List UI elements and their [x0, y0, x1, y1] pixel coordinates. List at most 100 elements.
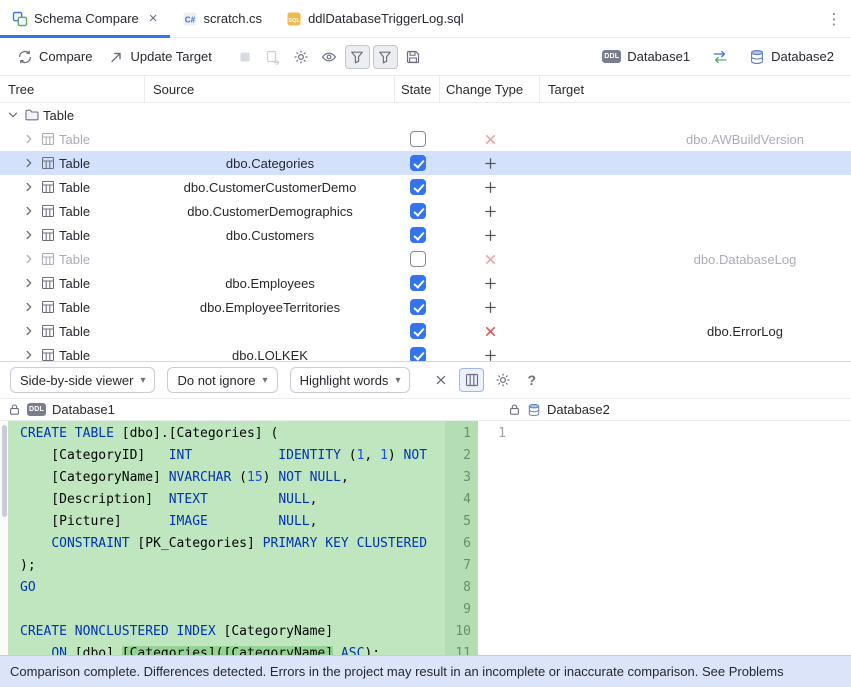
table-icon — [40, 131, 56, 147]
column-header-change-type[interactable]: Change Type — [440, 76, 540, 102]
table-row[interactable]: Tabledbo.Employees — [0, 271, 851, 295]
tree-row-label: Table — [59, 156, 90, 171]
tree-row-label: Table — [59, 324, 90, 339]
state-checkbox[interactable] — [410, 299, 426, 315]
chevron-right-icon[interactable] — [21, 275, 37, 291]
chevron-down-icon[interactable] — [5, 107, 21, 123]
diff-left-code[interactable]: CREATE TABLE [dbo].[Categories] ( [Categ… — [8, 421, 445, 655]
left-editor-scrollbar[interactable] — [0, 421, 8, 655]
state-checkbox[interactable] — [410, 275, 426, 291]
table-icon — [40, 347, 56, 361]
update-target-button-label: Update Target — [130, 49, 211, 64]
filter-source-icon[interactable] — [345, 45, 370, 69]
lock-icon[interactable] — [8, 403, 21, 416]
table-icon — [40, 227, 56, 243]
state-checkbox[interactable] — [410, 323, 426, 339]
column-header-source[interactable]: Source — [145, 76, 395, 102]
settings-gear-icon[interactable] — [289, 45, 314, 69]
align-changes-icon[interactable] — [459, 368, 484, 392]
chevron-right-icon[interactable] — [21, 299, 37, 315]
database-icon — [527, 403, 541, 417]
tab-scratch-cs[interactable]: C# scratch.cs — [170, 0, 275, 37]
delete-change-icon — [484, 253, 497, 266]
state-checkbox[interactable] — [410, 227, 426, 243]
tree-row-label: Table — [59, 348, 90, 362]
source-database-selector[interactable]: DDL Database1 — [595, 45, 697, 68]
editor-settings-gear-icon[interactable] — [490, 368, 515, 392]
state-checkbox[interactable] — [410, 347, 426, 361]
chevron-right-icon[interactable] — [21, 323, 37, 339]
state-checkbox[interactable] — [410, 131, 426, 147]
update-target-button[interactable]: Update Target — [101, 45, 218, 69]
state-checkbox[interactable] — [410, 251, 426, 267]
chevron-right-icon[interactable] — [21, 155, 37, 171]
table-group-row[interactable]: Table — [0, 103, 851, 127]
chevron-right-icon[interactable] — [21, 203, 37, 219]
chevron-right-icon[interactable] — [21, 347, 37, 361]
tab-schema-compare[interactable]: Schema Compare × — [0, 0, 170, 37]
filter-target-icon[interactable] — [373, 45, 398, 69]
state-checkbox[interactable] — [410, 155, 426, 171]
chevron-right-icon[interactable] — [21, 131, 37, 147]
compare-button[interactable]: Compare — [10, 45, 99, 69]
right-pane-title: Database2 — [547, 402, 610, 417]
diff-left-editor[interactable]: CREATE TABLE [dbo].[Categories] ( [Categ… — [8, 421, 478, 655]
diff-right-code[interactable] — [515, 421, 851, 655]
state-checkbox[interactable] — [410, 179, 426, 195]
sql-file-icon: SQL — [286, 11, 302, 27]
table-row[interactable]: Tabledbo.CustomerDemographics — [0, 199, 851, 223]
table-row[interactable]: Table dbo.CustomerCustomerDemo — [0, 175, 851, 199]
target-database-selector[interactable]: Database2 — [742, 45, 841, 69]
swap-databases-icon[interactable] — [707, 45, 732, 69]
column-header-tree[interactable]: Tree — [0, 76, 145, 102]
ignore-policy-dropdown[interactable]: Do not ignore ▾ — [167, 367, 277, 393]
table-icon — [40, 203, 56, 219]
table-row[interactable]: Tabledbo.Customers — [0, 223, 851, 247]
ddl-datasource-icon: DDL — [27, 403, 46, 416]
table-icon — [40, 299, 56, 315]
table-icon — [40, 251, 56, 267]
tab-ddl-database-trigger-log-sql[interactable]: SQL ddlDatabaseTriggerLog.sql — [274, 0, 476, 37]
svg-text:SQL: SQL — [288, 17, 300, 23]
close-icon[interactable] — [428, 368, 453, 392]
scrollbar-thumb[interactable] — [2, 425, 7, 517]
chevron-right-icon[interactable] — [21, 179, 37, 195]
grid-rows: Tabledbo.AWBuildVersionTabledbo.Categori… — [0, 127, 851, 361]
source-name: dbo.CustomerCustomerDemo — [145, 180, 395, 195]
table-row[interactable]: Tabledbo.EmployeeTerritories — [0, 295, 851, 319]
viewer-mode-dropdown[interactable]: Side-by-side viewer ▾ — [10, 367, 155, 393]
diff-pane-headers: DDL Database1 Database2 — [0, 399, 851, 421]
table-row[interactable]: Table dbo.LOLKEK — [0, 343, 851, 361]
diff-toolbar: Side-by-side viewer ▾ Do not ignore ▾ Hi… — [0, 361, 851, 399]
copy-to-target-icon[interactable] — [261, 45, 286, 69]
lock-icon[interactable] — [508, 403, 521, 416]
preview-eye-icon[interactable] — [317, 45, 342, 69]
state-checkbox[interactable] — [410, 203, 426, 219]
chevron-right-icon[interactable] — [21, 227, 37, 243]
tab-label: ddlDatabaseTriggerLog.sql — [308, 11, 464, 26]
close-tab-icon[interactable]: × — [149, 11, 158, 26]
diff-right-editor[interactable]: 1 — [478, 421, 851, 655]
stop-icon[interactable] — [233, 45, 258, 69]
csharp-file-icon: C# — [182, 11, 198, 27]
column-header-state[interactable]: State — [395, 76, 440, 102]
source-name: dbo.LOLKEK — [145, 348, 395, 362]
table-row[interactable]: Table dbo.Categories — [0, 151, 851, 175]
save-icon[interactable] — [401, 45, 426, 69]
tree-row-label: Table — [59, 276, 90, 291]
add-change-icon — [484, 301, 497, 314]
chevron-right-icon[interactable] — [21, 251, 37, 267]
highlight-mode-dropdown[interactable]: Highlight words ▾ — [290, 367, 411, 393]
column-header-target[interactable]: Target — [540, 76, 851, 102]
target-name: dbo.AWBuildVersion — [540, 132, 851, 147]
status-message: Comparison complete. Differences detecte… — [10, 664, 784, 679]
tab-options-kebab-icon[interactable]: ⋮ — [817, 0, 851, 37]
table-row[interactable]: Tabledbo.AWBuildVersion — [0, 127, 851, 151]
add-change-icon — [484, 349, 497, 362]
source-name: dbo.Categories — [145, 156, 395, 171]
table-row[interactable]: Tabledbo.ErrorLog — [0, 319, 851, 343]
help-icon[interactable]: ? — [521, 372, 542, 388]
grid-body: Table Tabledbo.AWBuildVersionTabledbo.Ca… — [0, 103, 851, 361]
tree-row-label: Table — [59, 180, 90, 195]
table-row[interactable]: Tabledbo.DatabaseLog — [0, 247, 851, 271]
